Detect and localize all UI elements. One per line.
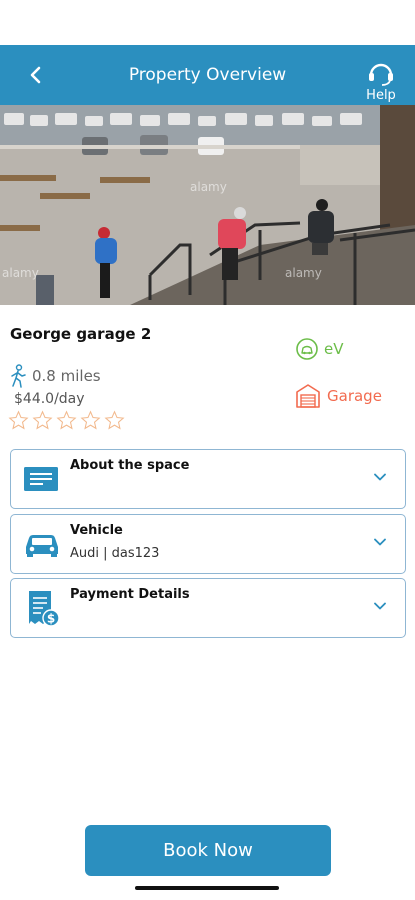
watermark-text: alamy: [285, 266, 322, 280]
star-icon: [32, 410, 53, 430]
payment-details-card[interactable]: $ Payment Details: [10, 578, 406, 638]
star-icon: [56, 410, 77, 430]
card-title: Vehicle: [70, 523, 123, 538]
ev-tag: eV: [295, 337, 344, 361]
chevron-down-icon[interactable]: [373, 535, 387, 549]
app-header: Property Overview Help: [0, 45, 415, 105]
watermark-text: alamy: [190, 180, 227, 194]
status-bar: [0, 0, 415, 45]
document-icon: [24, 467, 58, 491]
chevron-down-icon[interactable]: [373, 599, 387, 613]
garage-icon: [296, 384, 320, 408]
svg-text:$: $: [47, 612, 55, 626]
card-title: About the space: [70, 458, 190, 473]
distance-text: 0.8 miles: [32, 367, 101, 385]
garage-label: Garage: [327, 387, 382, 405]
garage-tag: Garage: [295, 383, 382, 409]
book-now-button[interactable]: Book Now: [85, 825, 331, 876]
help-button[interactable]: Help: [361, 57, 401, 103]
receipt-icon: $: [29, 591, 60, 627]
star-icon: [104, 410, 125, 430]
walking-icon: [11, 364, 26, 388]
help-label: Help: [366, 88, 396, 103]
star-icon: [8, 410, 29, 430]
ev-charger-icon: [296, 338, 318, 360]
ev-label: eV: [324, 340, 344, 358]
star-icon: [80, 410, 101, 430]
price-text: $44.0/day: [14, 391, 85, 407]
card-title: Payment Details: [70, 587, 190, 602]
page-title: Property Overview: [128, 65, 287, 85]
vehicle-card[interactable]: Vehicle Audi | das123: [10, 514, 406, 574]
about-space-card[interactable]: About the space: [10, 449, 406, 509]
home-indicator: [135, 886, 279, 890]
watermark-text: alamy: [2, 266, 39, 280]
property-name: George garage 2: [10, 325, 152, 343]
rating-stars: [8, 410, 125, 431]
car-icon: [26, 535, 58, 557]
chevron-down-icon[interactable]: [373, 470, 387, 484]
headset-icon: [369, 63, 393, 86]
vehicle-info: Audi | das123: [70, 546, 160, 561]
distance-row: 0.8 miles: [8, 364, 101, 388]
property-photo: alamy alamy alamy: [0, 105, 415, 305]
